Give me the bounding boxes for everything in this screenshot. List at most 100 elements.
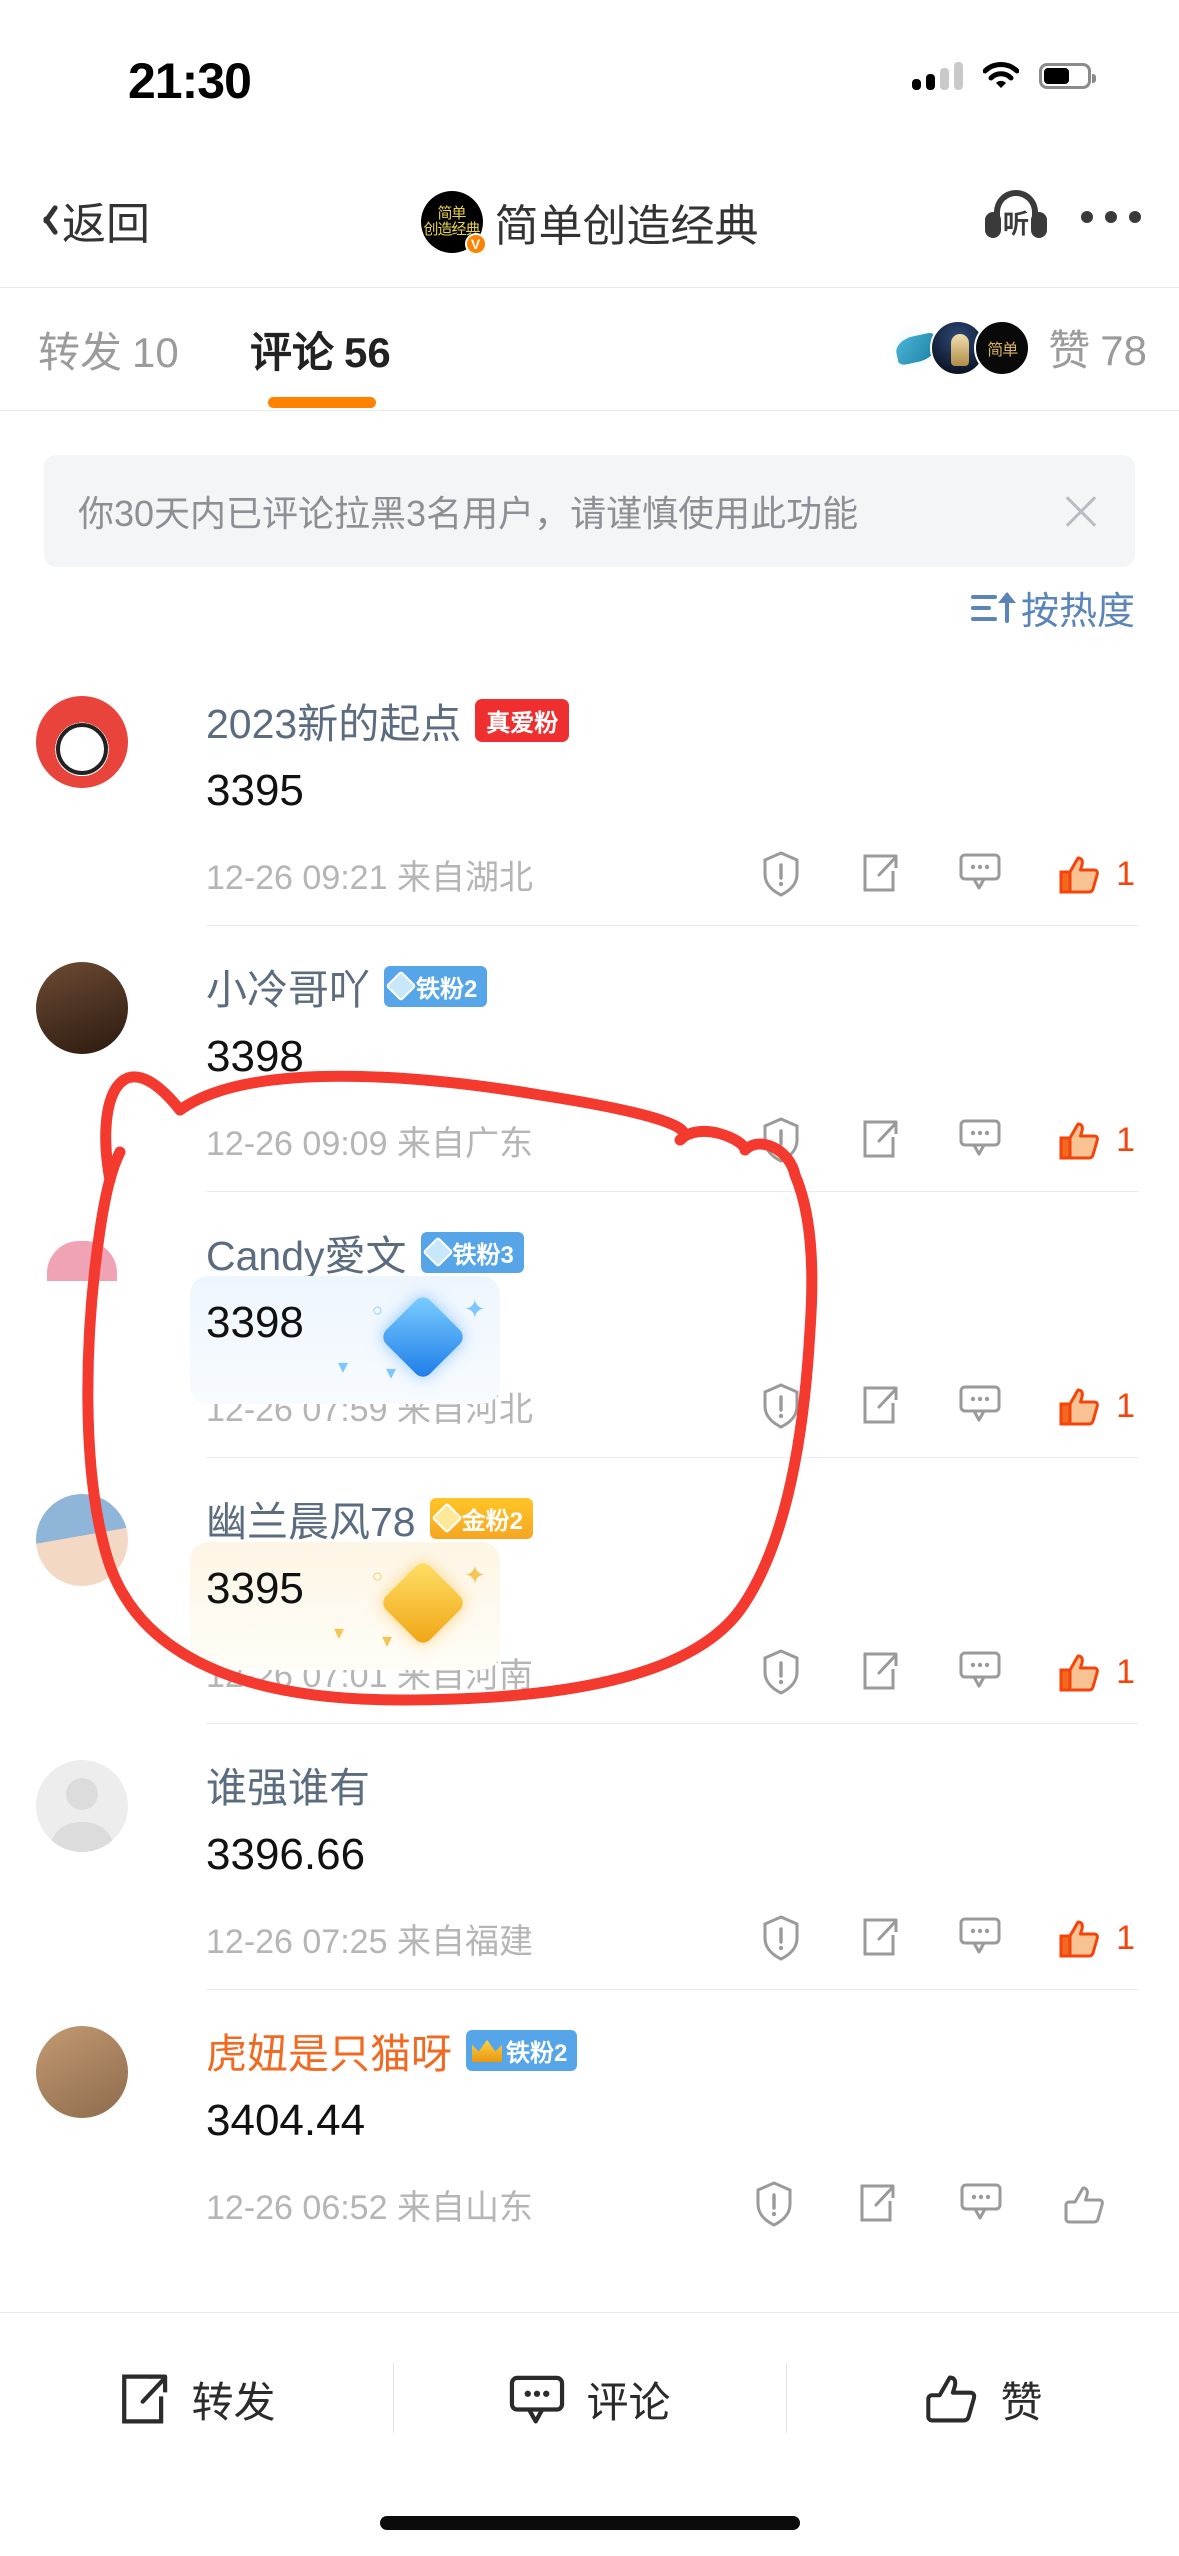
liker-avatars[interactable]: 简单 (886, 319, 1031, 376)
reply-icon[interactable] (958, 1383, 1002, 1431)
like-button[interactable]: 1 (1056, 1650, 1135, 1696)
account-avatar[interactable]: 简单 创造经典 V (420, 191, 487, 255)
comment-label: 评论 (586, 2378, 671, 2426)
reply-icon[interactable] (958, 1915, 1002, 1963)
fan-badge-label: 铁粉2 (506, 2039, 568, 2067)
thumbs-up-icon (926, 2375, 977, 2423)
reply-icon[interactable] (959, 2181, 1003, 2229)
comment-list: 2023新的起点 真爱粉 3395 12-26 09:21 来自湖北 1 小冷哥… (0, 660, 1179, 2255)
like-button[interactable]: 赞 (786, 2351, 1179, 2447)
repost-label: 转发 (191, 2378, 276, 2426)
comment-actions: 1 (762, 1116, 1139, 1165)
comment-time: 12-26 06:52 (206, 2189, 388, 2227)
avatar[interactable] (36, 962, 128, 1054)
comment-item[interactable]: 幽兰晨风78 金粉2 3395 ✦ ○ ▾ ▾ 12-26 07:01 来自河南… (0, 1458, 1179, 1724)
listen-icon[interactable]: 听 (985, 190, 1047, 244)
avatar[interactable] (36, 1494, 128, 1586)
comment-actions: 1 (762, 1382, 1139, 1431)
comment-item[interactable]: 2023新的起点 真爱粉 3395 12-26 09:21 来自湖北 1 (0, 660, 1179, 926)
phone-screen: 21:30 返回 简单 创造经典 V 简单创造经典 听 转发 10 评论 56 … (0, 0, 1179, 2556)
report-icon[interactable] (762, 1914, 806, 1963)
like-button[interactable]: 1 (1056, 1118, 1135, 1164)
like-button[interactable] (1061, 2182, 1121, 2228)
likes-summary[interactable]: 简单 赞 78 (886, 317, 1147, 378)
comment-text: 3395 (206, 766, 304, 815)
listen-label: 听 (1002, 209, 1030, 239)
status-bar-indicators (912, 62, 1096, 90)
chevron-left-icon (32, 202, 54, 238)
thumbs-up-icon-filled (1059, 1920, 1099, 1957)
likes-label-group: 赞 78 (1048, 317, 1147, 378)
comment-meta: 12-26 09:21 来自湖北 (206, 850, 762, 899)
comment-item[interactable]: 谁强谁有 3396.66 12-26 07:25 来自福建 1 (0, 1724, 1179, 1990)
sparkle-icon: ○ (372, 1300, 383, 1320)
tab-bar: 转发 10 评论 56 简单 赞 78 (0, 289, 1179, 411)
status-bar: 21:30 (0, 0, 1179, 152)
nav-account[interactable]: 简单 创造经典 V 简单创造经典 (420, 190, 759, 255)
comment-time: 12-26 09:21 (206, 859, 388, 897)
comment-author[interactable]: 虎妞是只猫呀 (206, 2020, 452, 2080)
repost-button[interactable]: 转发 (0, 2351, 393, 2447)
likes-count: 78 (1100, 327, 1147, 374)
fan-badge-label: 铁粉2 (416, 975, 478, 1003)
report-icon[interactable] (762, 1382, 806, 1431)
comment-actions: 1 (762, 1648, 1139, 1697)
comment-author[interactable]: 幽兰晨风78 (206, 1488, 416, 1548)
reply-icon[interactable] (958, 851, 1002, 899)
thumbs-up-icon-filled (1059, 856, 1099, 893)
comment-item[interactable]: Candy愛文 铁粉3 3398 ✦ ○ ▾ ▾ 12-26 07:59 来自河… (0, 1192, 1179, 1458)
like-button[interactable]: 1 (1056, 852, 1135, 898)
close-icon[interactable] (1061, 491, 1101, 531)
share-icon[interactable] (860, 1649, 904, 1697)
share-icon[interactable] (860, 1915, 904, 1963)
share-icon[interactable] (857, 2181, 901, 2229)
comment-item[interactable]: 虎妞是只猫呀 铁粉2 3404.44 12-26 06:52 来自山东 (0, 1990, 1179, 2255)
comment-author[interactable]: 2023新的起点 (206, 690, 461, 750)
bottom-action-bar: 转发 评论 赞 (0, 2312, 1179, 2556)
comment-text: 3404.44 (206, 2096, 366, 2145)
back-button[interactable]: 返回 (32, 188, 150, 252)
avatar[interactable] (36, 1760, 128, 1852)
comment-actions (755, 2180, 1139, 2229)
fan-badge-label: 真爱粉 (486, 709, 559, 737)
avatar[interactable] (36, 2026, 128, 2118)
nav-actions: 听 (985, 190, 1141, 244)
share-icon[interactable] (860, 1117, 904, 1165)
sort-label: 按热度 (1020, 591, 1135, 633)
share-icon[interactable] (860, 1383, 904, 1431)
comment-author[interactable]: 谁强谁有 (206, 1754, 370, 1814)
like-button[interactable]: 1 (1056, 1384, 1135, 1430)
comment-footer: 12-26 09:21 来自湖北 1 (206, 850, 1139, 926)
report-icon[interactable] (755, 2180, 799, 2229)
comment-button[interactable]: 评论 (393, 2351, 786, 2447)
comment-text: 3398 ✦ ○ ▾ ▾ (190, 1276, 500, 1404)
sort-control[interactable]: 按热度 (970, 580, 1135, 635)
like-count: 1 (1116, 855, 1135, 893)
comment-header: 幽兰晨风78 金粉2 (206, 1488, 1139, 1548)
avatar[interactable] (36, 1228, 128, 1320)
share-icon (122, 2374, 168, 2424)
tab-repost[interactable]: 转发 10 (38, 319, 179, 380)
avatar[interactable] (36, 696, 128, 788)
comment-item[interactable]: 小冷哥吖 铁粉2 3398 12-26 09:09 来自广东 1 (0, 926, 1179, 1192)
report-icon[interactable] (762, 850, 806, 899)
thumbs-up-icon-filled (1059, 1388, 1099, 1425)
comment-footer: 12-26 06:52 来自山东 (206, 2180, 1139, 2255)
jiandan-avatar[interactable]: 简单 (974, 319, 1031, 376)
share-icon[interactable] (860, 851, 904, 899)
report-icon[interactable] (762, 1116, 806, 1165)
more-options-icon[interactable] (1081, 211, 1141, 223)
comment-meta: 12-26 09:09 来自广东 (206, 1116, 762, 1165)
report-icon[interactable] (762, 1648, 806, 1697)
comment-author[interactable]: Candy愛文 (206, 1222, 407, 1282)
default-avatar-icon (50, 1778, 114, 1852)
comment-text: 3396.66 (206, 1830, 366, 1879)
home-indicator (379, 2516, 800, 2530)
comment-author[interactable]: 小冷哥吖 (206, 956, 370, 1016)
reply-icon[interactable] (958, 1649, 1002, 1697)
reply-icon[interactable] (958, 1117, 1002, 1165)
comment-meta: 12-26 06:52 来自山东 (206, 2180, 755, 2229)
tab-comment[interactable]: 评论 56 (250, 319, 391, 380)
comment-location: 来自福建 (396, 1923, 533, 1961)
like-button[interactable]: 1 (1056, 1916, 1135, 1962)
